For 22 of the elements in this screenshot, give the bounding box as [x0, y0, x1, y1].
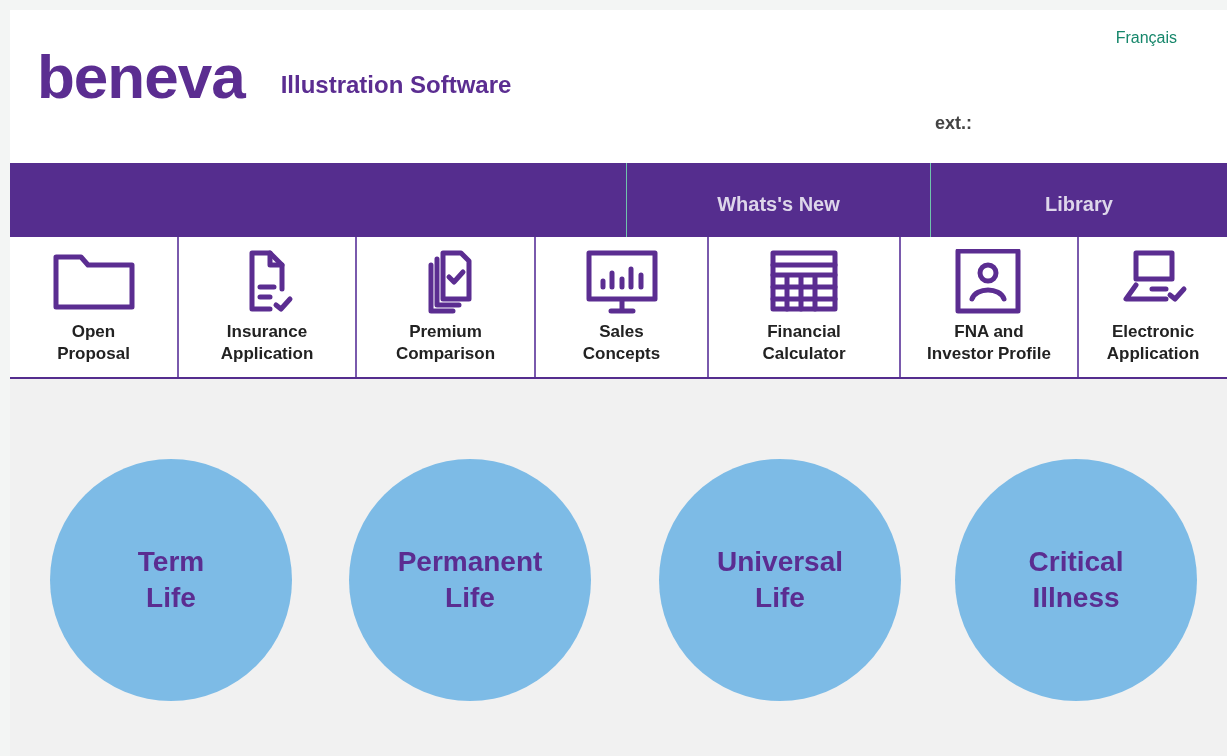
tool-label: Financial Calculator — [762, 321, 846, 366]
product-circle-button[interactable]: Term Life — [50, 459, 292, 701]
ext-label: ext.: — [935, 112, 972, 135]
tool-button[interactable]: Electronic Application — [1079, 237, 1227, 377]
tool-button[interactable]: Sales Concepts — [536, 237, 709, 377]
app-title: Illustration Software — [280, 71, 512, 100]
tool-button[interactable]: FNA and Investor Profile — [901, 237, 1079, 377]
product-circle-button[interactable]: Critical Illness — [955, 459, 1197, 701]
logo: beneva — [37, 46, 245, 113]
tool-button[interactable]: Open Proposal — [10, 237, 179, 377]
tool-label: Insurance Application — [220, 321, 314, 366]
tool-label: Sales Concepts — [582, 321, 661, 366]
tool-button[interactable]: Financial Calculator — [709, 237, 901, 377]
product-circle-button[interactable]: Permanent Life — [349, 459, 591, 701]
tool-button[interactable]: Premium Comparison — [357, 237, 536, 377]
product-circle-button[interactable]: Universal Life — [659, 459, 901, 701]
language-link[interactable]: Français — [1115, 26, 1177, 50]
tool-button[interactable]: Insurance Application — [179, 237, 357, 377]
tool-label: Open Proposal — [57, 321, 130, 366]
tool-label: Electronic Application — [1106, 321, 1200, 366]
tool-label: FNA and Investor Profile — [927, 321, 1051, 366]
tool-label: Premium Comparison — [395, 321, 496, 366]
